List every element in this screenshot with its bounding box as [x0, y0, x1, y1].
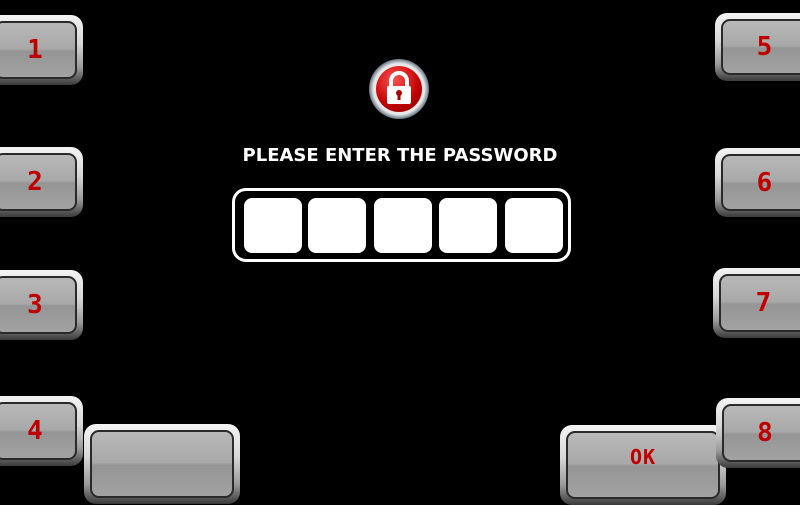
password-slot-5	[505, 198, 563, 253]
password-field[interactable]	[232, 188, 571, 262]
key-label: 7	[719, 274, 800, 332]
key-label: 3	[0, 276, 77, 334]
password-slot-4	[439, 198, 497, 253]
key-label: 6	[721, 154, 800, 211]
key-label: 4	[0, 402, 77, 460]
key-label: OK	[566, 431, 720, 499]
password-slot-1	[244, 198, 302, 253]
key-label: 1	[0, 21, 77, 79]
password-prompt: PLEASE ENTER THE PASSWORD	[242, 145, 558, 166]
key-8-button[interactable]: 8	[716, 398, 800, 468]
key-4-button[interactable]: 4	[0, 396, 83, 466]
key-3-button[interactable]: 3	[0, 270, 83, 340]
key-1-button[interactable]: 1	[0, 15, 83, 85]
key-7-button[interactable]: 7	[713, 268, 800, 338]
password-slot-3	[374, 198, 432, 253]
key-2-button[interactable]: 2	[0, 147, 83, 217]
key-6-button[interactable]: 6	[715, 148, 800, 217]
key-label: 5	[721, 19, 800, 75]
key-label	[90, 430, 234, 498]
ok-button[interactable]: OK	[560, 425, 726, 505]
padlock-icon	[369, 59, 429, 119]
key-label: 8	[722, 404, 800, 462]
password-slot-2	[308, 198, 366, 253]
blank-button[interactable]	[84, 424, 240, 504]
key-5-button[interactable]: 5	[715, 13, 800, 81]
key-label: 2	[0, 153, 77, 211]
